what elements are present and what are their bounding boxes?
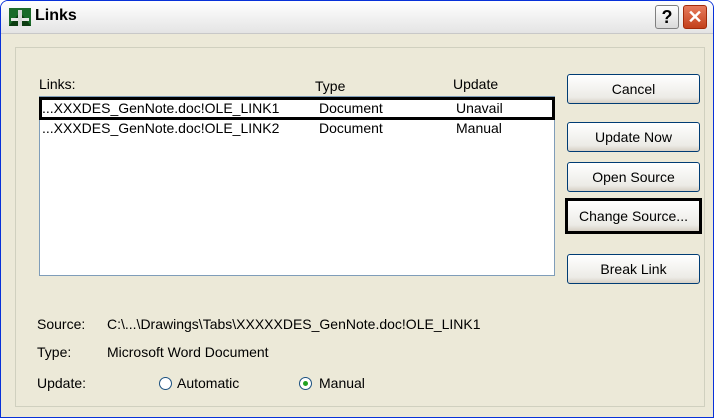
- close-button[interactable]: ✕: [683, 5, 707, 29]
- link-update: Manual: [456, 120, 502, 136]
- radio-selected-dot: [303, 381, 308, 386]
- link-name: ...XXXDES_GenNote.doc!OLE_LINK1: [42, 100, 280, 116]
- update-header: Update: [453, 76, 499, 92]
- type-header: Type: [315, 78, 346, 94]
- links-list[interactable]: ...XXXDES_GenNote.doc!OLE_LINK1 Document…: [39, 96, 555, 276]
- help-button[interactable]: ?: [655, 5, 679, 29]
- update-now-button[interactable]: Update Now: [567, 122, 700, 152]
- app-icon: [9, 8, 31, 26]
- link-type: Document: [319, 100, 383, 116]
- link-update: Unavail: [456, 100, 503, 116]
- link-name: ...XXXDES_GenNote.doc!OLE_LINK2: [42, 120, 280, 136]
- change-source-button[interactable]: Change Source...: [565, 198, 702, 234]
- break-link-button[interactable]: Break Link: [567, 254, 700, 284]
- title-bar[interactable]: Links ? ✕: [1, 1, 713, 34]
- automatic-radio[interactable]: [159, 377, 172, 390]
- links-dialog: Links ? ✕ Links: Type Update ...XXXDES_G…: [0, 0, 714, 418]
- type-label: Type:: [37, 344, 72, 360]
- links-header: Links:: [39, 76, 76, 92]
- manual-radio[interactable]: [299, 377, 312, 390]
- update-label: Update:: [37, 375, 87, 391]
- window-title: Links: [35, 7, 77, 24]
- cancel-button[interactable]: Cancel: [567, 74, 700, 104]
- source-value: C:\...\Drawings\Tabs\XXXXXDES_GenNote.do…: [107, 316, 481, 332]
- automatic-label[interactable]: Automatic: [177, 375, 239, 391]
- source-label: Source:: [37, 316, 86, 332]
- list-item[interactable]: ...XXXDES_GenNote.doc!OLE_LINK2 Document…: [42, 120, 552, 137]
- open-source-button[interactable]: Open Source: [567, 162, 700, 192]
- link-type: Document: [319, 120, 383, 136]
- manual-label[interactable]: Manual: [319, 375, 365, 391]
- type-value: Microsoft Word Document: [107, 344, 269, 360]
- list-item[interactable]: ...XXXDES_GenNote.doc!OLE_LINK1 Document…: [39, 97, 555, 120]
